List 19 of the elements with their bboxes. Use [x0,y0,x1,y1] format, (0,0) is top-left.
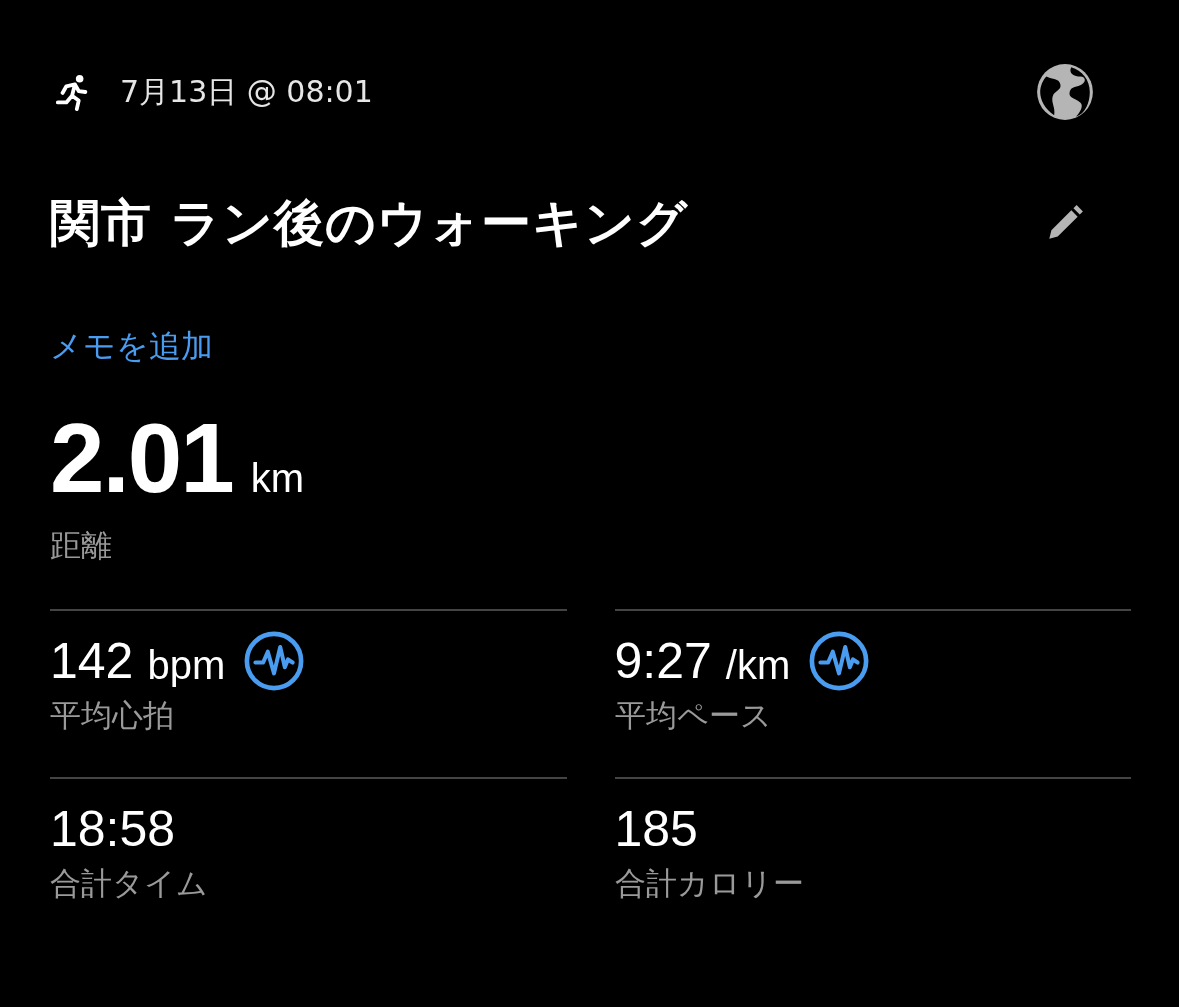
distance-label: 距離 [50,526,113,565]
stat-value: 18:58 [50,800,176,858]
distance-unit: km [250,456,305,501]
stat-label: 合計タイム [50,864,209,903]
stat-label: 平均心拍 [50,696,175,735]
stat-unit: bpm [147,642,226,688]
stat-value: 142 [50,632,134,690]
stat-value: 185 [614,800,698,858]
activity-title: 関市 ラン後のウォーキング [50,193,689,254]
add-note-link[interactable]: メモを追加 [50,325,213,369]
stat-label: 平均ペース [614,696,773,735]
stat-value: 9:27 [614,632,712,690]
pulse-chart-icon[interactable] [808,630,871,692]
pulse-chart-icon[interactable] [243,630,306,692]
stat-unit: /km [725,642,791,688]
stat-label: 合計カロリー [614,864,805,903]
distance-value: 2.01 [50,409,233,507]
activity-date: 7月13日 @ 08:01 [120,72,373,111]
globe-icon[interactable] [1034,61,1096,123]
